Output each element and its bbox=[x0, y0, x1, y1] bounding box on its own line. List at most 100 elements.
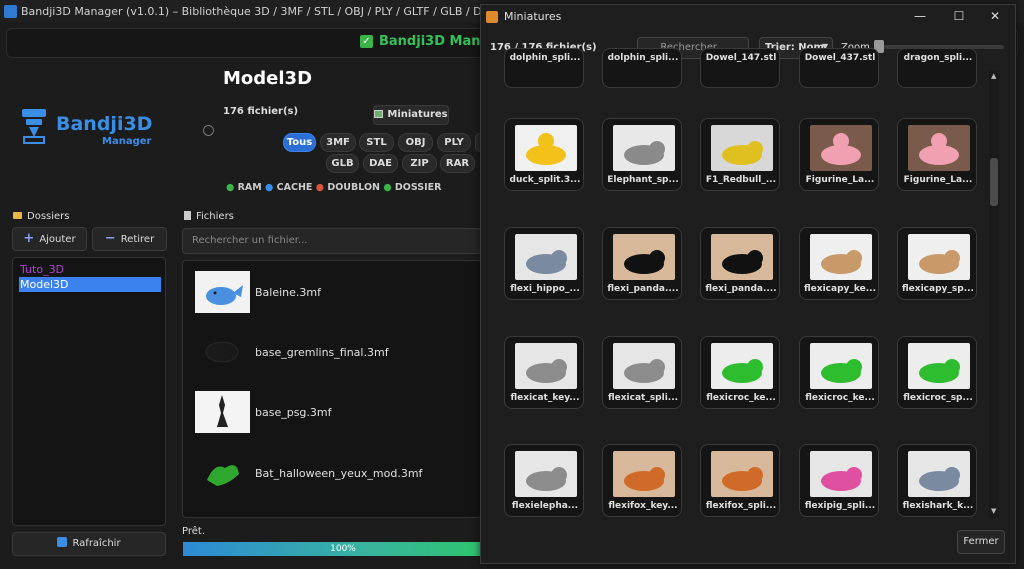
file-name: Baleine.3mf bbox=[255, 285, 321, 299]
thumbnail-tile[interactable]: flexicroc_sp... bbox=[897, 336, 977, 409]
radio-button[interactable] bbox=[203, 125, 214, 136]
thumbnail-label: Elephant_sp... bbox=[607, 175, 679, 185]
file-name: Bat_halloween_yeux_mod.3mf bbox=[255, 466, 423, 480]
legend-cache: CACHE bbox=[276, 182, 313, 193]
file-thumbnail bbox=[207, 465, 239, 486]
thumbnail-image bbox=[515, 125, 577, 171]
thumbnail-tile[interactable]: dolphin_spli... bbox=[504, 48, 584, 88]
thumbnail-tile[interactable]: flexicat_key... bbox=[504, 336, 584, 409]
legend-ram: RAM bbox=[237, 182, 262, 193]
thumbnail-tile[interactable]: flexicroc_ke... bbox=[700, 336, 780, 409]
filter-zip[interactable]: ZIP bbox=[402, 154, 437, 173]
thumbnails-button[interactable]: Miniatures bbox=[373, 105, 449, 125]
thumbnail-tile[interactable]: dolphin_spli... bbox=[602, 48, 682, 88]
remove-folder-label: Retirer bbox=[120, 234, 155, 245]
thumbnail-tile[interactable]: flexi_hippo_... bbox=[504, 227, 584, 300]
thumbnail-tile[interactable]: Figurine_La... bbox=[897, 118, 977, 191]
filter-stl[interactable]: STL bbox=[359, 133, 394, 152]
files-label: Fichiers bbox=[196, 211, 234, 222]
thumbnail-label: flexicapy_sp... bbox=[902, 284, 974, 294]
thumbnail-label: flexishark_k... bbox=[902, 501, 974, 511]
thumbnail-tile[interactable]: Dowel_147.stl bbox=[700, 48, 780, 88]
vertical-scrollbar[interactable] bbox=[989, 70, 999, 518]
refresh-button[interactable]: Rafraîchir bbox=[12, 532, 166, 556]
thumbnail-label: flexifox_spli... bbox=[705, 501, 777, 511]
file-count: 176 fichier(s) bbox=[223, 106, 299, 117]
thumbnail-image bbox=[711, 125, 773, 171]
filter-ply[interactable]: PLY bbox=[437, 133, 471, 152]
thumbnail-image bbox=[810, 234, 872, 280]
thumbnail-tile[interactable]: flexifox_key... bbox=[602, 444, 682, 517]
thumbnail-image bbox=[515, 234, 577, 280]
thumbnail-label: flexi_panda.... bbox=[705, 284, 777, 294]
check-icon: ✓ bbox=[360, 35, 373, 48]
thumbnail-tile[interactable]: Figurine_La... bbox=[799, 118, 879, 191]
thumbnail-label: flexicat_key... bbox=[510, 393, 580, 403]
thumbnail-label: dolphin_spli... bbox=[509, 53, 581, 63]
banner-title: ✓ Bandji3D Manag bbox=[360, 34, 499, 49]
thumbnail-tile[interactable]: flexi_panda.... bbox=[602, 227, 682, 300]
current-folder-title: Model3D bbox=[223, 68, 313, 89]
thumbnail-image bbox=[711, 234, 773, 280]
legend-folder: DOSSIER bbox=[394, 182, 442, 193]
filter-rar[interactable]: RAR bbox=[440, 154, 475, 173]
thumbnail-label: flexicroc_ke... bbox=[706, 393, 776, 403]
thumbnails-button-label: Miniatures bbox=[387, 109, 448, 120]
thumbnail-tile[interactable]: flexicat_spli... bbox=[602, 336, 682, 409]
thumbnail-label: F1_Redbull_... bbox=[705, 175, 777, 185]
thumbnail-image bbox=[613, 343, 675, 389]
file-search-input[interactable]: Rechercher un fichier... bbox=[182, 228, 482, 254]
scroll-down-icon[interactable]: ▼ bbox=[991, 507, 996, 515]
dialog-title: Miniatures bbox=[504, 10, 562, 23]
filter-dae[interactable]: DAE bbox=[363, 154, 398, 173]
image-icon bbox=[374, 110, 384, 118]
thumbnail-tile[interactable]: dragon_spli... bbox=[897, 48, 977, 88]
thumbnail-tile[interactable]: F1_Redbull_... bbox=[700, 118, 780, 191]
add-folder-label: Ajouter bbox=[39, 234, 76, 245]
file-row[interactable]: Bat_halloween_yeux_mod.3mf bbox=[195, 452, 422, 494]
thumbnail-label: Dowel_437.stl bbox=[804, 53, 876, 63]
thumbnail-image bbox=[613, 451, 675, 497]
scroll-up-icon[interactable]: ▲ bbox=[991, 72, 996, 80]
scrollbar-thumb[interactable] bbox=[990, 158, 998, 206]
thumbnail-tile[interactable]: flexicapy_sp... bbox=[897, 227, 977, 300]
thumbnail-label: flexicroc_ke... bbox=[805, 393, 875, 403]
thumbnail-image bbox=[908, 234, 970, 280]
thumbnail-tile[interactable]: flexicapy_ke... bbox=[799, 227, 879, 300]
thumbnail-image bbox=[515, 451, 577, 497]
thumbnail-tile[interactable]: flexishark_k... bbox=[897, 444, 977, 517]
thumbnail-image bbox=[810, 343, 872, 389]
close-icon[interactable]: ✕ bbox=[987, 8, 1003, 24]
thumbnail-tile[interactable]: flexipig_spli... bbox=[799, 444, 879, 517]
logo-subtitle: Manager bbox=[102, 136, 152, 147]
filter-all[interactable]: Tous bbox=[283, 133, 316, 152]
file-row[interactable]: Baleine.3mf bbox=[195, 271, 321, 313]
thumbnail-tile[interactable]: flexielepha... bbox=[504, 444, 584, 517]
folder-icon bbox=[13, 212, 22, 219]
remove-folder-button[interactable]: − Retirer bbox=[92, 227, 167, 251]
folders-label: Dossiers bbox=[27, 211, 70, 222]
file-icon bbox=[184, 211, 191, 220]
minimize-icon[interactable]: — bbox=[912, 8, 928, 24]
thumbnail-tile[interactable]: duck_split.3... bbox=[504, 118, 584, 191]
add-folder-button[interactable]: + Ajouter bbox=[12, 227, 87, 251]
dialog-titlebar: Miniatures bbox=[486, 10, 561, 23]
filter-3mf[interactable]: 3MF bbox=[320, 133, 356, 152]
thumbnail-tile[interactable]: flexifox_spli... bbox=[700, 444, 780, 517]
close-dialog-button[interactable]: Fermer bbox=[957, 530, 1005, 554]
thumbnail-tile[interactable]: Dowel_437.stl bbox=[799, 48, 879, 88]
file-row[interactable]: base_psg.3mf bbox=[195, 391, 332, 433]
folder-item-model3d[interactable]: Model3D bbox=[19, 277, 161, 292]
thumbnail-tile[interactable]: flexi_panda.... bbox=[700, 227, 780, 300]
file-row[interactable]: base_gremlins_final.3mf bbox=[195, 331, 389, 373]
thumbnail-tile[interactable]: Elephant_sp... bbox=[602, 118, 682, 191]
filter-obj[interactable]: OBJ bbox=[398, 133, 433, 152]
folder-list bbox=[12, 257, 166, 526]
maximize-icon[interactable]: ☐ bbox=[951, 8, 967, 24]
plus-icon: + bbox=[23, 231, 35, 246]
thumbnail-label: dragon_spli... bbox=[903, 53, 973, 63]
filter-glb[interactable]: GLB bbox=[326, 154, 359, 173]
file-name: base_psg.3mf bbox=[255, 405, 332, 419]
thumbnail-tile[interactable]: flexicroc_ke... bbox=[799, 336, 879, 409]
folder-item-tuto3d[interactable]: Tuto_3D bbox=[19, 262, 161, 277]
